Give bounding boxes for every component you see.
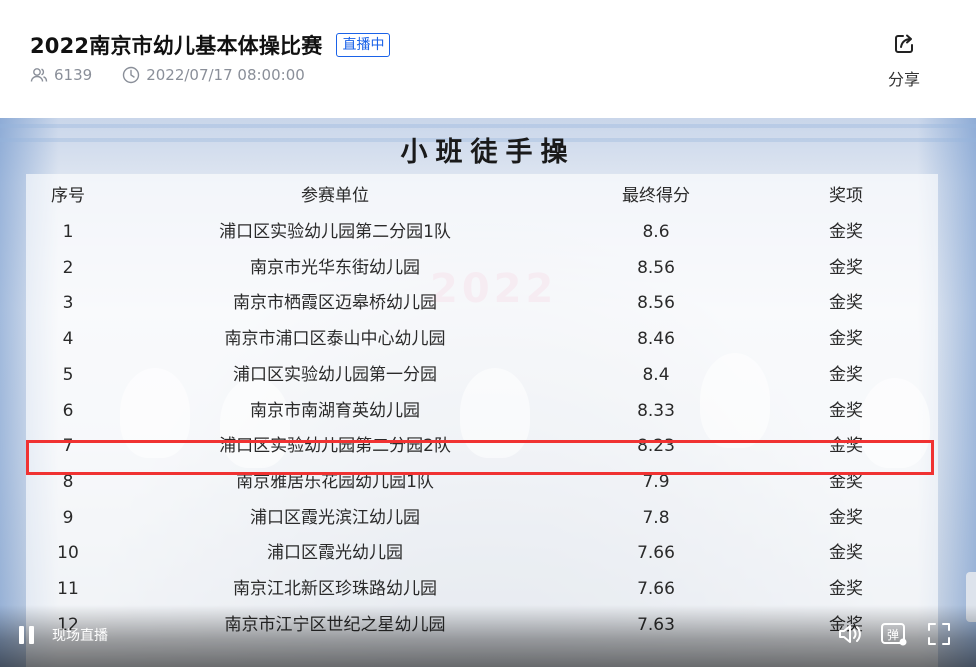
row-unit: 浦口区实验幼儿园第二分园1队 bbox=[219, 222, 451, 242]
row-score: 8.6 bbox=[642, 222, 670, 242]
row-score: 8.46 bbox=[637, 329, 675, 350]
row-unit: 浦口区霞光幼儿园 bbox=[267, 543, 403, 564]
row-unit: 浦口区霞光滨江幼儿园 bbox=[250, 507, 420, 528]
row-score: 8.56 bbox=[637, 257, 675, 278]
table-row: 1 浦口区实验幼儿园第二分园1队 8.6 金奖 bbox=[0, 214, 976, 250]
volume-button[interactable] bbox=[836, 621, 862, 651]
column-header-award: 奖项 bbox=[829, 186, 863, 206]
share-label: 分享 bbox=[887, 70, 920, 89]
row-unit: 南京市光华东街幼儿园 bbox=[250, 257, 420, 278]
title-row: 2022南京市幼儿基本体操比赛 直播中 bbox=[30, 30, 391, 60]
viewer-count: 6139 bbox=[30, 66, 92, 84]
row-award: 金奖 bbox=[829, 543, 863, 564]
video-player[interactable]: 2022 小班徒手操 序号 参赛单位 最终得分 奖项 1浦口区实验幼儿园第二分园… bbox=[0, 118, 976, 667]
clock-icon bbox=[122, 66, 140, 84]
share-icon bbox=[895, 34, 913, 53]
row-award: 金奖 bbox=[829, 364, 863, 385]
table-row: 9 浦口区霞光滨江幼儿园 7.8 金奖 bbox=[0, 500, 976, 536]
row-award: 金奖 bbox=[829, 400, 863, 421]
row-unit: 南京市栖霞区迈皋桥幼儿园 bbox=[233, 293, 437, 314]
row-unit: 南京市南湖育英幼儿园 bbox=[250, 400, 420, 421]
table-row: 2 南京市光华东街幼儿园 8.56 金奖 bbox=[0, 250, 976, 286]
pause-icon bbox=[19, 626, 24, 644]
row-award: 金奖 bbox=[829, 293, 863, 314]
row-unit: 南京江北新区珍珠路幼儿园 bbox=[233, 579, 437, 599]
row-award: 金奖 bbox=[829, 507, 863, 528]
viewer-count-value: 6139 bbox=[54, 66, 93, 84]
row-score: 7.66 bbox=[637, 579, 675, 599]
row-index: 5 bbox=[62, 364, 74, 385]
row-unit: 浦口区实验幼儿园第一分园 bbox=[233, 364, 437, 385]
table-row: 5 浦口区实验幼儿园第一分园 8.4 金奖 bbox=[0, 357, 976, 393]
row-index: 11 bbox=[57, 579, 79, 599]
people-icon bbox=[30, 68, 48, 82]
live-status-badge: 直播中 bbox=[336, 33, 391, 57]
pause-icon bbox=[29, 626, 34, 644]
table-row: 4 南京市浦口区泰山中心幼儿园 8.46 金奖 bbox=[0, 321, 976, 357]
start-time-value: 2022/07/17 08:00:00 bbox=[146, 66, 305, 84]
row-index: 1 bbox=[62, 222, 74, 242]
page-title: 2022南京市幼儿基本体操比赛 bbox=[30, 34, 323, 58]
column-header-index: 序号 bbox=[51, 186, 85, 206]
row-score: 8.56 bbox=[637, 293, 675, 314]
table-row: 6 南京市南湖育英幼儿园 8.33 金奖 bbox=[0, 393, 976, 429]
row-unit: 南京市浦口区泰山中心幼儿园 bbox=[224, 329, 446, 350]
danmu-button[interactable]: 弹 bbox=[880, 621, 908, 651]
table-row: 10 浦口区霞光幼儿园 7.66 金奖 bbox=[0, 535, 976, 571]
row-index: 6 bbox=[62, 400, 74, 421]
live-label: 现场直播 bbox=[52, 628, 108, 644]
highlight-box bbox=[26, 440, 934, 475]
row-award: 金奖 bbox=[829, 257, 863, 278]
row-index: 10 bbox=[57, 543, 79, 564]
table-row: 3 南京市栖霞区迈皋桥幼儿园 8.56 金奖 bbox=[0, 285, 976, 321]
fullscreen-button[interactable] bbox=[926, 621, 952, 651]
row-index: 3 bbox=[62, 293, 74, 314]
scoreboard-title: 小班徒手操 bbox=[400, 137, 576, 168]
row-award: 金奖 bbox=[829, 329, 863, 350]
meta-row: 6139 2022/07/17 08:00:00 bbox=[30, 66, 335, 84]
danmu-label: 弹 bbox=[887, 628, 899, 642]
background-stripe bbox=[0, 124, 976, 128]
row-award: 金奖 bbox=[829, 222, 863, 242]
row-score: 8.33 bbox=[637, 400, 675, 421]
row-index: 9 bbox=[62, 507, 74, 528]
row-score: 7.8 bbox=[642, 507, 670, 528]
row-score: 8.4 bbox=[642, 364, 670, 385]
row-index: 4 bbox=[62, 329, 74, 350]
volume-icon bbox=[839, 625, 861, 643]
table-header: 序号 参赛单位 最终得分 奖项 bbox=[0, 178, 976, 214]
share-button[interactable]: 分享 bbox=[882, 32, 926, 90]
table-row: 11 南京江北新区珍珠路幼儿园 7.66 金奖 bbox=[0, 571, 976, 607]
row-index: 2 bbox=[62, 257, 74, 278]
stream-header: 2022南京市幼儿基本体操比赛 直播中 6139 2022/07/17 08:0… bbox=[0, 0, 976, 118]
fullscreen-icon bbox=[928, 623, 950, 645]
column-header-unit: 参赛单位 bbox=[301, 186, 369, 206]
row-award: 金奖 bbox=[829, 579, 863, 599]
row-score: 7.66 bbox=[637, 543, 675, 564]
player-controls: 现场直播 弹 bbox=[0, 605, 976, 667]
danmu-icon: 弹 bbox=[881, 623, 907, 646]
start-time: 2022/07/17 08:00:00 bbox=[122, 66, 305, 84]
pause-button[interactable] bbox=[18, 626, 36, 644]
column-header-score: 最终得分 bbox=[622, 186, 690, 206]
